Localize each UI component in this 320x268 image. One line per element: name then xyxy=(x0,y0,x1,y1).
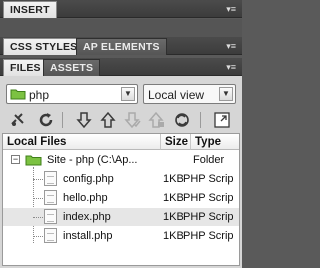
files-panel: php ▼ Local view ▼ Local Files Size Type… xyxy=(0,76,242,268)
tab-assets[interactable]: ASSETS xyxy=(43,59,101,76)
tab-ap-elements[interactable]: AP ELEMENTS xyxy=(76,38,167,55)
site-folder-icon xyxy=(10,89,26,100)
toolbar-divider xyxy=(62,112,63,128)
site-folder-icon xyxy=(25,155,42,166)
checkout-icon[interactable] xyxy=(122,110,142,130)
put-icon[interactable] xyxy=(98,110,118,130)
checkin-icon[interactable] xyxy=(146,110,166,130)
panel-menu-icon[interactable]: ▾≡ xyxy=(224,62,236,72)
connect-icon[interactable] xyxy=(8,110,28,130)
table-row[interactable]: config.php 1KB PHP Scrip xyxy=(3,170,239,188)
panel-menu-icon[interactable]: ▾≡ xyxy=(224,41,236,51)
files-toolbar xyxy=(0,108,242,132)
file-name: hello.php xyxy=(63,192,108,204)
toolbar-divider xyxy=(200,112,201,128)
tab-css-styles[interactable]: CSS STYLES xyxy=(3,38,85,55)
sync-icon[interactable] xyxy=(172,110,192,130)
column-header-type[interactable]: Type xyxy=(191,134,239,150)
view-dropdown-value: Local view xyxy=(148,88,205,102)
tree-line xyxy=(33,198,43,199)
insert-panel-bar: INSERT ▾≡ xyxy=(0,0,242,18)
site-dropdown-value: php xyxy=(29,88,50,102)
tab-files[interactable]: FILES xyxy=(3,59,48,76)
site-dropdown[interactable]: php ▼ xyxy=(6,84,138,104)
chevron-down-icon[interactable]: ▼ xyxy=(121,87,135,101)
table-row[interactable]: install.php 1KB PHP Scrip xyxy=(3,227,239,245)
css-panel-bar: CSS STYLES AP ELEMENTS ▾≡ xyxy=(0,37,242,55)
view-dropdown[interactable]: Local view ▼ xyxy=(143,84,236,104)
site-type: Folder xyxy=(193,154,225,166)
table-row-selected[interactable]: index.php 1KB PHP Scrip xyxy=(3,208,239,226)
column-header-size[interactable]: Size xyxy=(161,134,191,150)
file-type: PHP Scrip xyxy=(183,211,234,223)
files-panel-bar: FILES ASSETS ▾≡ xyxy=(0,58,242,76)
table-row[interactable]: hello.php 1KB PHP Scrip xyxy=(3,189,239,207)
file-type: PHP Scrip xyxy=(183,173,234,185)
file-name: index.php xyxy=(63,211,111,223)
php-file-icon xyxy=(44,190,57,205)
panel-menu-icon[interactable]: ▾≡ xyxy=(224,4,236,14)
php-file-icon xyxy=(44,171,57,186)
tree-line xyxy=(33,179,43,180)
tree-line xyxy=(33,217,43,218)
get-icon[interactable] xyxy=(74,110,94,130)
file-name: install.php xyxy=(63,230,113,242)
site-name: Site - php (C:\Ap... xyxy=(47,154,138,166)
php-file-icon xyxy=(44,209,57,224)
php-file-icon xyxy=(44,228,57,243)
chevron-down-icon[interactable]: ▼ xyxy=(219,87,233,101)
file-type: PHP Scrip xyxy=(183,192,234,204)
file-type: PHP Scrip xyxy=(183,230,234,242)
file-name: config.php xyxy=(63,173,114,185)
expand-icon[interactable] xyxy=(212,110,232,130)
panel-gap xyxy=(0,19,242,37)
collapse-icon[interactable]: − xyxy=(11,155,20,164)
column-header-local-files[interactable]: Local Files xyxy=(3,134,161,150)
tree-line xyxy=(33,236,43,237)
file-table: Local Files Size Type − Site - php (C:\A… xyxy=(2,133,240,266)
tab-insert[interactable]: INSERT xyxy=(3,1,57,18)
table-row-site[interactable]: − Site - php (C:\Ap... Folder xyxy=(3,151,239,169)
refresh-icon[interactable] xyxy=(36,110,56,130)
